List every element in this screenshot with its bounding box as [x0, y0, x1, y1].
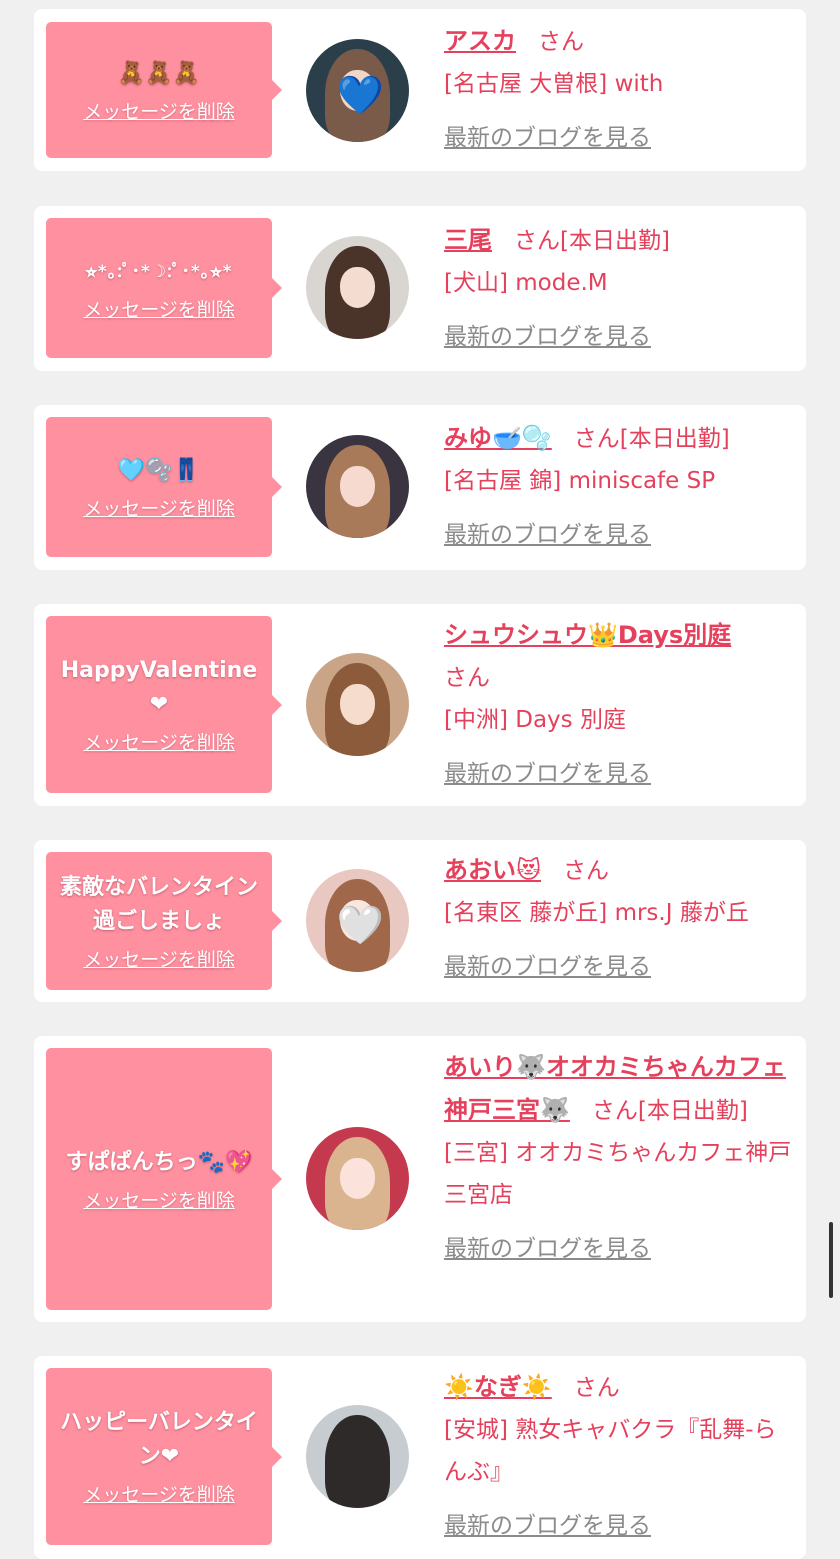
message-bubble: すぱぱんちっ🐾💖 メッセージを削除	[46, 1048, 282, 1310]
avatar[interactable]	[306, 236, 409, 339]
shop-text: [三宮] オオカミちゃんカフェ神戸三宮店	[444, 1140, 792, 1208]
honorific: さん	[591, 1098, 638, 1124]
shop-text: [安城] 熟女キャバクラ『乱舞-らんぶ』	[444, 1417, 777, 1485]
message-text: 素敵なバレンタイン過ごしましょ	[59, 874, 258, 934]
message-bubble: 素敵なバレンタイン過ごしましょ メッセージを削除	[46, 852, 282, 990]
girl-name-link[interactable]: みゆ🥣🫧	[444, 424, 552, 452]
honorific: さん	[444, 665, 490, 691]
girl-name-link[interactable]: 三尾	[444, 226, 492, 254]
profile-info: ☀️なぎ☀️ さん [安城] 熟女キャバクラ『乱舞-らんぶ』 最新のブログを見る	[444, 1366, 794, 1547]
avatar[interactable]	[306, 1405, 409, 1508]
message-text: ⭐︎*｡:ﾟ･*☽:ﾟ･*｡⭐︎*	[85, 261, 233, 282]
shop-text: [中洲] Days 別庭	[444, 707, 626, 733]
girl-name-link[interactable]: あおい😻	[444, 856, 541, 884]
latest-blog-link[interactable]: 最新のブログを見る	[444, 946, 794, 988]
delete-message-link[interactable]: メッセージを削除	[83, 97, 235, 124]
message-bubble: ハッピーバレンタイン❤ メッセージを削除	[46, 1368, 282, 1545]
avatar[interactable]	[306, 435, 409, 538]
honorific: さん	[538, 29, 584, 55]
shop-text: [犬山] mode.M	[444, 270, 608, 296]
latest-blog-link[interactable]: 最新のブログを見る	[444, 514, 794, 556]
message-bubble: HappyValentine❤ メッセージを削除	[46, 616, 282, 793]
girl-name-link[interactable]: ☀️なぎ☀️	[444, 1373, 552, 1401]
message-card: 🧸🧸🧸 メッセージを削除 💙 アスカ さん [名古屋 大曽根] with 最新のブ…	[34, 9, 806, 171]
profile-info: あいり🐺オオカミちゃんカフェ神戸三宮🐺 さん[本日出勤] [三宮] オオカミちゃん…	[444, 1046, 794, 1270]
delete-message-link[interactable]: メッセージを削除	[83, 728, 235, 755]
profile-info: 三尾 さん[本日出勤] [犬山] mode.M 最新のブログを見る	[444, 219, 794, 358]
message-bubble: 🧸🧸🧸 メッセージを削除	[46, 22, 282, 158]
message-text: ハッピーバレンタイン❤	[60, 1410, 258, 1469]
message-card: ⭐︎*｡:ﾟ･*☽:ﾟ･*｡⭐︎* メッセージを削除 三尾 さん[本日出勤] [犬…	[34, 206, 806, 371]
white-heart-icon: 🤍	[336, 903, 385, 948]
status-text: [本日出勤]	[619, 426, 730, 452]
message-text: HappyValentine❤	[60, 658, 258, 717]
latest-blog-link[interactable]: 最新のブログを見る	[444, 117, 794, 159]
message-card: 素敵なバレンタイン過ごしましょ メッセージを削除 🤍 あおい😻 さん [名東区 藤…	[34, 840, 806, 1002]
honorific: さん	[514, 228, 560, 254]
honorific: さん	[563, 858, 610, 884]
status-text: [本日出勤]	[560, 228, 670, 254]
delete-message-link[interactable]: メッセージを削除	[83, 1480, 235, 1507]
message-bubble: ⭐︎*｡:ﾟ･*☽:ﾟ･*｡⭐︎* メッセージを削除	[46, 218, 282, 358]
message-card: すぱぱんちっ🐾💖 メッセージを削除 あいり🐺オオカミちゃんカフェ神戸三宮🐺 さん[…	[34, 1036, 806, 1322]
latest-blog-link[interactable]: 最新のブログを見る	[444, 1505, 794, 1547]
delete-message-link[interactable]: メッセージを削除	[83, 494, 235, 521]
honorific: さん	[573, 1375, 620, 1401]
profile-info: アスカ さん [名古屋 大曽根] with 最新のブログを見る	[444, 20, 794, 159]
avatar[interactable]: 🤍	[306, 869, 409, 972]
message-card: 🩵🫧👖 メッセージを削除 みゆ🥣🫧 さん[本日出勤] [名古屋 錦] minisc…	[34, 405, 806, 570]
message-text: 🩵🫧👖	[117, 457, 201, 483]
shop-text: [名東区 藤が丘] mrs.J 藤が丘	[444, 900, 749, 926]
message-bubble: 🩵🫧👖 メッセージを削除	[46, 417, 282, 557]
message-card: ハッピーバレンタイン❤ メッセージを削除 ☀️なぎ☀️ さん [安城] 熟女キャバ…	[34, 1356, 806, 1559]
avatar[interactable]: 💙	[306, 39, 409, 142]
blue-heart-icon: 💙	[336, 73, 385, 118]
delete-message-link[interactable]: メッセージを削除	[83, 1186, 235, 1213]
honorific: さん	[573, 426, 620, 452]
delete-message-link[interactable]: メッセージを削除	[83, 295, 235, 322]
avatar[interactable]	[306, 1127, 409, 1230]
message-text: すぱぱんちっ🐾💖	[65, 1149, 253, 1175]
message-card: HappyValentine❤ メッセージを削除 シュウシュウ👑Days別庭 さん…	[34, 604, 806, 806]
girl-name-link[interactable]: アスカ	[444, 27, 516, 55]
profile-info: みゆ🥣🫧 さん[本日出勤] [名古屋 錦] miniscafe SP 最新のブログ…	[444, 417, 794, 556]
message-text: 🧸🧸🧸	[117, 60, 201, 86]
scrollbar[interactable]	[829, 1222, 833, 1298]
profile-info: あおい😻 さん [名東区 藤が丘] mrs.J 藤が丘 最新のブログを見る	[444, 849, 794, 988]
profile-info: シュウシュウ👑Days別庭 さん [中洲] Days 別庭 最新のブログを見る	[444, 614, 794, 795]
latest-blog-link[interactable]: 最新のブログを見る	[444, 1228, 794, 1270]
shop-text: [名古屋 錦] miniscafe SP	[444, 468, 716, 494]
shop-text: [名古屋 大曽根] with	[444, 71, 664, 97]
delete-message-link[interactable]: メッセージを削除	[83, 945, 235, 972]
girl-name-link[interactable]: シュウシュウ👑Days別庭	[444, 621, 731, 649]
status-text: [本日出勤]	[637, 1098, 748, 1124]
latest-blog-link[interactable]: 最新のブログを見る	[444, 753, 794, 795]
avatar[interactable]	[306, 653, 409, 756]
latest-blog-link[interactable]: 最新のブログを見る	[444, 316, 794, 358]
